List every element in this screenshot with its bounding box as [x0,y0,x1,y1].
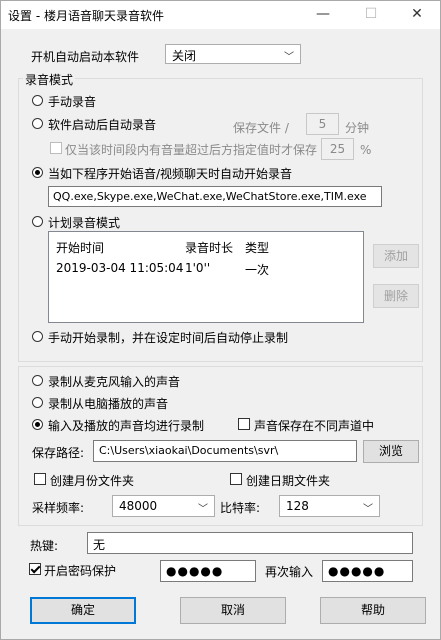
password-checkbox[interactable] [29,563,41,575]
save-file-label: 保存文件 / [233,121,289,135]
table-header-duration[interactable]: 录音时长 [185,239,233,256]
table-cell-start: 2019-03-04 11:05:04 [56,261,184,275]
add-button[interactable]: 添加 [373,244,419,268]
table-cell-type: 一次 [245,263,270,277]
help-button[interactable]: 帮助 [320,597,426,624]
hotkey-input[interactable]: 无 [87,532,413,554]
radio-schedule-label: 计划录音模式 [48,216,121,230]
radio-speaker[interactable] [32,397,43,408]
password-confirm-label: 再次输入 [265,565,314,579]
radio-manual[interactable] [32,95,43,106]
autostart-value: 关闭 [172,49,197,63]
minimize-icon[interactable]: — [300,1,346,29]
save-unit-label: 分钟 [345,121,370,135]
password-input[interactable]: ●●●●● [160,560,256,582]
bitrate-label: 比特率: [220,501,261,515]
record-mode-group-label: 录音模式 [23,71,76,88]
radio-mic-label: 录制从麦克风输入的声音 [48,375,181,389]
separate-channels-label: 声音保存在不同声道中 [254,419,375,433]
password-enable-label: 开启密码保护 [44,564,117,578]
separate-channels-checkbox[interactable] [238,418,250,430]
chevron-down-icon: ﹀ [284,52,294,63]
title-bar[interactable]: 设置 - 楼月语音聊天录音软件 — ☐ ✕ [1,1,440,29]
date-folder-label: 创建日期文件夹 [246,474,331,488]
radio-mic[interactable] [32,375,43,386]
radio-manual-timed-label: 手动开始录制，并在设定时间后自动停止录制 [48,331,289,345]
bitrate-value: 128 [286,499,309,513]
radio-both[interactable] [32,419,43,430]
sample-rate-select[interactable]: 48000 ﹀ [112,495,215,517]
delete-button[interactable]: 删除 [373,284,419,308]
save-interval-input[interactable]: 5 [306,113,339,135]
table-row[interactable]: 2019-03-04 11:05:04 1'0'' 一次 [49,258,363,278]
radio-speaker-label: 录制从电脑播放的声音 [48,397,169,411]
browse-button[interactable]: 浏览 [363,440,419,463]
autostart-select[interactable]: 关闭 ﹀ [165,44,301,64]
chevron-down-icon: ﹀ [198,504,208,515]
settings-window: 设置 - 楼月语音聊天录音软件 — ☐ ✕ 开机自动启动本软件 关闭 ﹀ 录音模… [0,0,441,640]
program-list-input[interactable]: QQ.exe,Skype.exe,WeChat.exe,WeChatStore.… [48,186,382,207]
sample-rate-label: 采样频率: [32,501,85,515]
window-title: 设置 - 楼月语音聊天录音软件 [8,9,164,23]
radio-auto-on-start[interactable] [32,118,43,129]
month-folder-label: 创建月份文件夹 [50,474,135,488]
table-header-type[interactable]: 类型 [245,239,269,256]
table-cell-duration: 1'0'' [185,261,211,275]
bitrate-select[interactable]: 128 ﹀ [279,495,380,517]
table-header-start[interactable]: 开始时间 [56,239,104,256]
radio-auto-on-start-label: 软件启动后自动录音 [48,118,157,132]
ok-button[interactable]: 确定 [30,597,136,624]
threshold-label: 仅当该时间段内有音量超过后方指定值时才保存 [65,143,318,157]
cancel-button[interactable]: 取消 [180,597,286,624]
threshold-checkbox[interactable] [50,142,62,154]
threshold-input[interactable]: 25 [321,138,354,160]
chevron-down-icon: ﹀ [363,504,373,515]
save-path-input[interactable]: C:\Users\xiaokai\Documents\svr\ [93,440,357,462]
radio-both-label: 输入及播放的声音均进行录制 [48,419,205,433]
radio-program-trigger[interactable] [32,167,43,178]
hotkey-label: 热键: [30,539,59,553]
radio-schedule[interactable] [32,216,43,227]
autostart-label: 开机自动启动本软件 [31,50,140,64]
password-confirm-input[interactable]: ●●●●● [322,560,413,582]
radio-manual-label: 手动录音 [48,95,97,109]
threshold-unit-label: % [360,143,372,157]
maximize-icon: ☐ [364,6,378,22]
month-folder-checkbox[interactable] [34,473,46,485]
radio-program-trigger-label: 当如下程序开始语音/视频聊天时自动开始录音 [48,167,293,181]
save-path-label: 保存路径: [32,446,85,460]
close-icon[interactable]: ✕ [394,1,440,29]
radio-manual-timed[interactable] [32,331,43,342]
date-folder-checkbox[interactable] [230,473,242,485]
sample-rate-value: 48000 [119,499,158,513]
schedule-table[interactable]: 开始时间 录音时长 类型 2019-03-04 11:05:04 1'0'' 一… [48,231,364,323]
